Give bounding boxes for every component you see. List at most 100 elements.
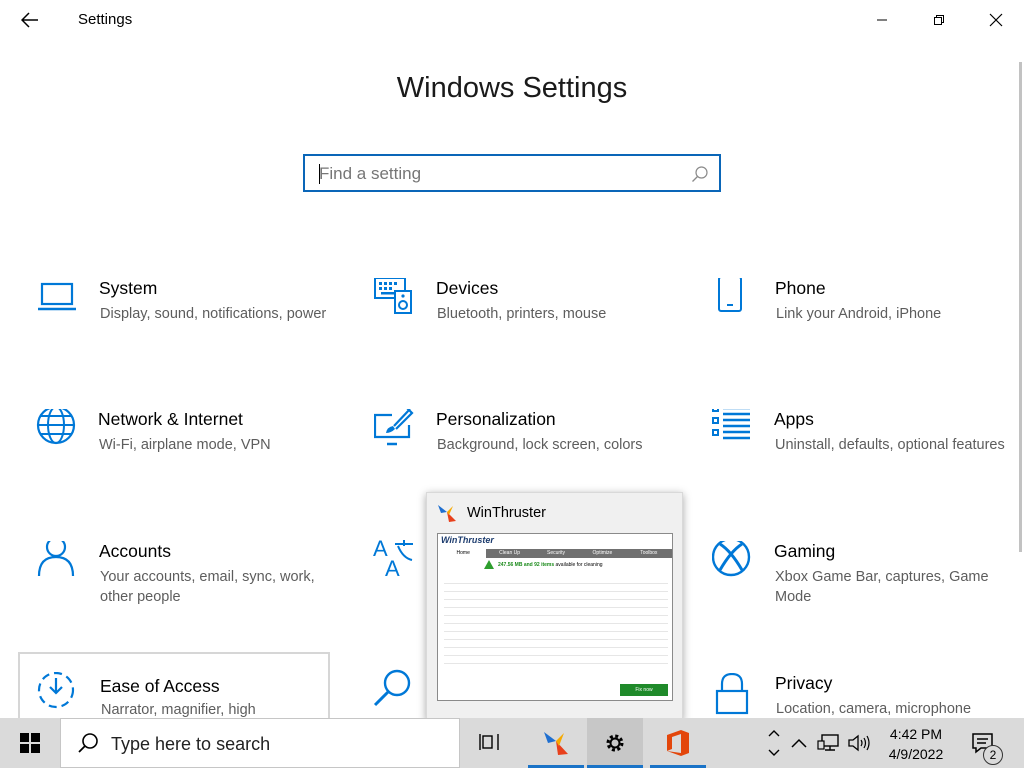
tile-system-name: System [99, 278, 158, 298]
tile-apps-name: Apps [774, 409, 814, 429]
office-icon [667, 730, 689, 756]
search-icon [78, 733, 98, 753]
taskbar-office[interactable] [650, 718, 706, 768]
tile-phone[interactable]: Phone Link your Android, iPhone [713, 278, 1023, 388]
phone-icon [718, 278, 742, 312]
tile-personalization-desc: Background, lock screen, colors [437, 437, 643, 453]
maximize-button[interactable] [910, 0, 967, 40]
tile-gaming-desc: Xbox Game Bar, captures, Game Mode [775, 569, 989, 605]
tile-ease-of-access[interactable]: Ease of Access Narrator, magnifier, high [18, 652, 330, 722]
tile-system[interactable]: System Display, sound, notifications, po… [37, 278, 347, 388]
thumb-tab-cleanup: Clean Up [499, 550, 521, 556]
ease-of-access-icon [37, 672, 75, 709]
thumb-item-list [444, 576, 668, 674]
chevron-down-icon [768, 749, 780, 756]
minimize-icon [876, 19, 887, 21]
gear-icon [606, 734, 624, 752]
taskbar-settings[interactable] [587, 718, 643, 768]
volume-tray-button[interactable] [845, 718, 873, 768]
tile-network-desc: Wi-Fi, airplane mode, VPN [99, 437, 271, 453]
taskbar-search-box[interactable]: Type here to search [60, 718, 460, 768]
text-caret [319, 164, 320, 184]
preview-title: WinThruster [467, 505, 546, 521]
search-icon[interactable] [691, 165, 709, 183]
thumb-tab-security: Security [546, 550, 566, 556]
tile-personalization-name: Personalization [436, 409, 556, 429]
start-button[interactable] [0, 718, 60, 768]
find-setting-search[interactable] [303, 154, 721, 192]
tile-phone-desc: Link your Android, iPhone [776, 306, 942, 322]
task-view-icon [479, 734, 499, 750]
winthruster-app-icon [438, 505, 456, 522]
thumb-summary: 247.56 MB and 92 items available for cle… [498, 562, 603, 568]
tile-ease-of-access-name: Ease of Access [100, 676, 220, 696]
thumb-tab-optimize: Optimize [592, 550, 613, 556]
tile-devices-desc: Bluetooth, printers, mouse [437, 306, 607, 322]
apps-list-icon [712, 409, 750, 440]
tile-system-desc: Display, sound, notifications, power [100, 306, 327, 322]
scrollbar-thumb[interactable] [1019, 62, 1022, 552]
tile-accounts-desc: Your accounts, email, sync, work, other … [100, 569, 315, 605]
tile-privacy-name: Privacy [775, 673, 833, 693]
find-setting-input[interactable] [319, 162, 679, 186]
paintbrush-icon [374, 409, 414, 446]
tile-ease-of-access-desc: Narrator, magnifier, high [101, 702, 256, 718]
thumb-tab-bar: Home Clean Up Security Optimize Toolbox [440, 549, 672, 558]
tile-gaming-name: Gaming [774, 541, 836, 561]
notification-count-badge: 2 [983, 745, 1003, 765]
chevron-up-icon [791, 738, 807, 748]
laptop-icon [38, 282, 76, 311]
minimize-button[interactable] [853, 0, 910, 40]
thumb-header: WinThruster [438, 534, 672, 548]
restore-icon [933, 15, 944, 25]
thumb-fix-now-button: Fix now [620, 684, 668, 696]
page-title: Windows Settings [396, 72, 628, 104]
taskbar-clock[interactable]: 4:42 PM 4/9/2022 [874, 724, 958, 764]
tile-devices-name: Devices [436, 278, 499, 298]
chevron-up-icon [768, 730, 780, 737]
globe-icon [36, 409, 76, 445]
windows-logo-icon [20, 733, 40, 753]
speaker-icon [848, 734, 870, 752]
thumb-summary-suffix: available for cleaning [555, 562, 603, 568]
taskbar: Type here to search 4:42 PM 4/9/2022 2 [0, 718, 1024, 768]
show-hidden-icons-button[interactable] [787, 718, 811, 768]
search-tile-icon[interactable] [372, 668, 414, 710]
xbox-icon [712, 541, 751, 577]
time-language-icon[interactable]: AA [373, 536, 415, 578]
tile-accounts-name: Accounts [99, 541, 171, 561]
back-arrow-icon [21, 12, 38, 28]
thumb-tab-toolbox: Toolbox [640, 550, 658, 556]
taskbar-search-text: Type here to search [111, 734, 271, 754]
tile-phone-name: Phone [775, 278, 826, 298]
svg-text:A: A [385, 556, 400, 578]
tile-accounts[interactable]: Accounts Your accounts, email, sync, wor… [37, 541, 347, 651]
tile-privacy[interactable]: Privacy Location, camera, microphone [713, 673, 1023, 718]
taskbar-scroll-arrows[interactable] [763, 718, 785, 768]
tile-devices[interactable]: Devices Bluetooth, printers, mouse [374, 278, 684, 388]
taskbar-preview-winthruster[interactable]: WinThruster WinThruster Home Clean Up Se… [426, 492, 683, 720]
title-bar: Settings [0, 0, 1024, 40]
tile-privacy-desc: Location, camera, microphone [776, 701, 972, 717]
preview-thumbnail: WinThruster Home Clean Up Security Optim… [437, 533, 673, 701]
taskbar-winthruster[interactable] [528, 718, 584, 768]
lock-icon [715, 673, 749, 715]
thumb-logo: WinThruster [441, 535, 494, 545]
warning-icon [484, 560, 494, 569]
network-tray-button[interactable] [814, 718, 844, 768]
clock-date: 4/9/2022 [888, 746, 944, 762]
tile-apps[interactable]: Apps Uninstall, defaults, optional featu… [712, 409, 1022, 519]
network-icon [817, 734, 839, 751]
tile-apps-desc: Uninstall, defaults, optional features [775, 437, 1005, 453]
back-button[interactable] [14, 6, 46, 34]
close-button[interactable] [967, 0, 1024, 40]
person-icon [37, 541, 75, 577]
task-view-button[interactable] [462, 718, 518, 768]
devices-icon [374, 278, 412, 314]
winthruster-icon [544, 732, 568, 755]
thumb-summary-amount: 247.56 MB and 92 items [498, 562, 555, 568]
close-icon [989, 13, 1002, 27]
tile-network[interactable]: Network & Internet Wi-Fi, airplane mode,… [36, 409, 346, 519]
tile-gaming[interactable]: Gaming Xbox Game Bar, captures, Game Mod… [712, 541, 1022, 651]
tile-network-name: Network & Internet [98, 409, 243, 429]
